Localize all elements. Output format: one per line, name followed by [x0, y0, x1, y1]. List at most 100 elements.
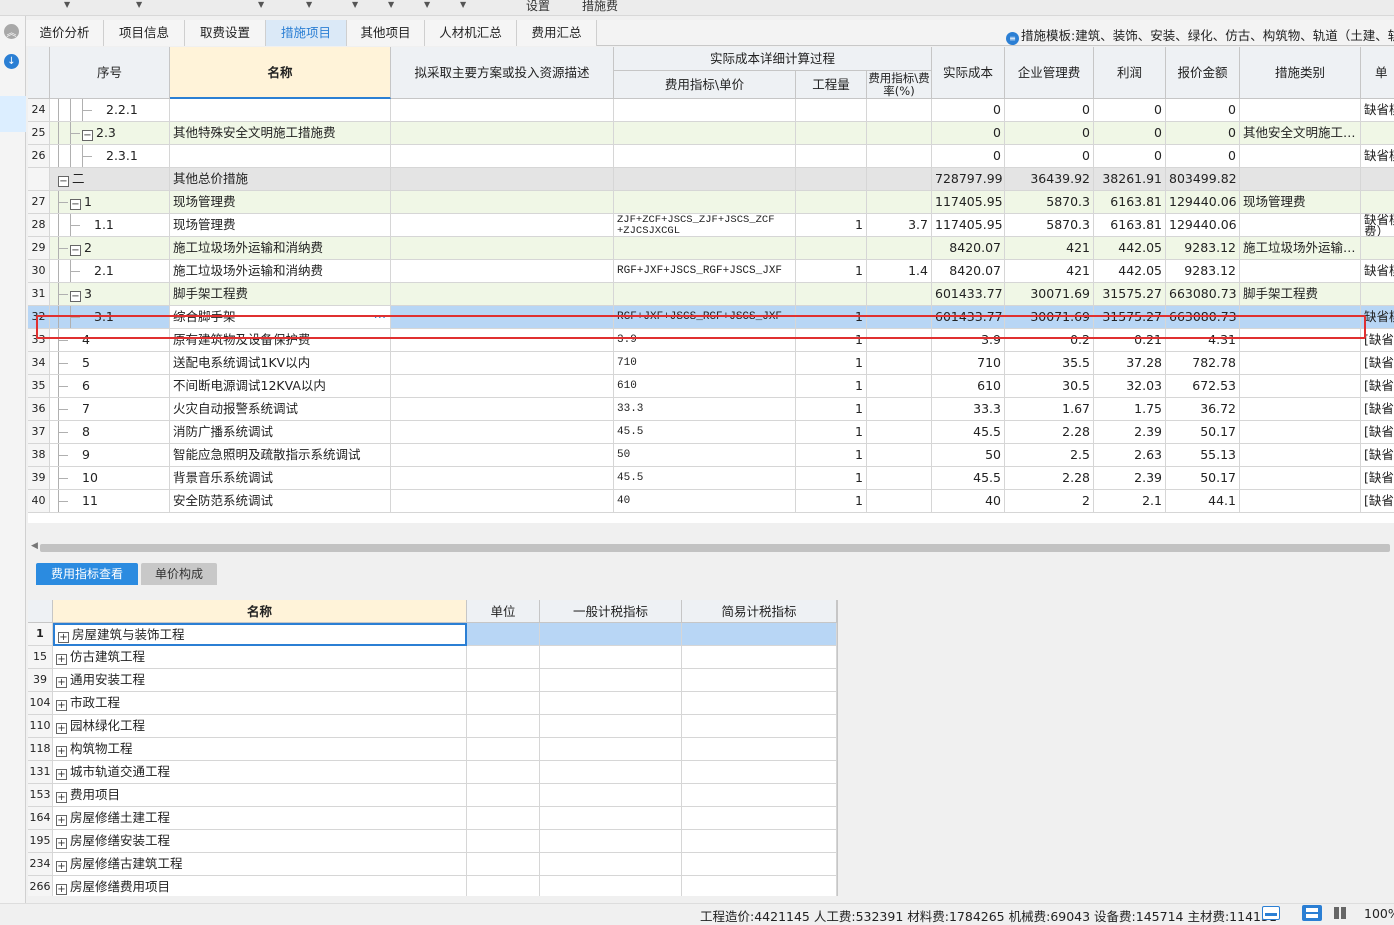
cell-seq[interactable]: − 二 [50, 168, 170, 191]
cell-mgmt[interactable]: 2.28 [1005, 421, 1094, 444]
cell-profit[interactable]: 1.75 [1094, 398, 1166, 421]
cell-cat[interactable] [1240, 444, 1361, 467]
cell-profit[interactable]: 442.05 [1094, 260, 1166, 283]
dropdown-caret-icon[interactable]: ▼ [388, 0, 394, 9]
collapse-icon[interactable]: − [70, 291, 81, 302]
list-item[interactable]: 266 + 房屋修缮费用项目 [28, 876, 837, 896]
expand-icon[interactable]: + [56, 861, 67, 872]
cell-formula[interactable]: RGF+JXF+JSCS_RGF+JSCS_JXF [614, 260, 796, 283]
cell-name[interactable]: 火灾自动报警系统调试 [170, 398, 391, 421]
download-icon[interactable]: ↓ [4, 54, 19, 69]
cell-cat[interactable]: 其他安全文明施工… [1240, 122, 1361, 145]
cell-name[interactable]: 现场管理费 [170, 214, 391, 237]
cell-quote[interactable]: 129440.06 [1166, 191, 1240, 214]
cell-simple[interactable] [682, 761, 837, 784]
cell-plan[interactable] [391, 490, 614, 513]
cell-unit[interactable] [467, 738, 540, 761]
cell-name[interactable]: + 城市轨道交通工程 [53, 761, 467, 784]
expand-icon[interactable]: + [58, 632, 69, 643]
cell-seq[interactable]: −2.3 [50, 122, 170, 145]
cell-cat[interactable] [1240, 421, 1361, 444]
tab-measure-items[interactable]: 措施项目 [266, 20, 347, 46]
cell-plan[interactable] [391, 398, 614, 421]
collapse-icon[interactable]: − [70, 245, 81, 256]
cell-name[interactable]: 脚手架工程费 [170, 283, 391, 306]
cell-plan[interactable] [391, 145, 614, 168]
cell-name[interactable]: 送配电系统调试1KV以内 [170, 352, 391, 375]
cell-plan[interactable] [391, 306, 614, 329]
cell-unit[interactable]: [缺省 [1361, 421, 1394, 444]
cell-rate[interactable] [867, 352, 932, 375]
cell-mgmt[interactable]: 1.67 [1005, 398, 1094, 421]
cell-name[interactable]: + 房屋修缮安装工程 [53, 830, 467, 853]
cell-quote[interactable]: 129440.06 [1166, 214, 1240, 237]
cell-simple[interactable] [682, 669, 837, 692]
cell-unit[interactable] [467, 830, 540, 853]
cell-profit[interactable]: 37.28 [1094, 352, 1166, 375]
column-header-index-price[interactable]: 费用指标\单价 [614, 71, 796, 99]
cell-profit[interactable]: 0 [1094, 122, 1166, 145]
cell-quote[interactable]: 44.1 [1166, 490, 1240, 513]
cell-formula[interactable] [614, 283, 796, 306]
cell-qty[interactable] [796, 191, 867, 214]
cell-cat[interactable] [1240, 145, 1361, 168]
cell-name[interactable]: + 仿古建筑工程 [53, 646, 467, 669]
cell-profit[interactable]: 2.1 [1094, 490, 1166, 513]
cell-seq[interactable]: 2.2.1 [50, 99, 170, 122]
table-row[interactable]: 28 1.1 现场管理费 ZJF+ZCF+JSCS_ZJF+JSCS_ZCF +ZJC… [28, 214, 1394, 237]
cell-profit[interactable]: 0 [1094, 145, 1166, 168]
expand-icon[interactable]: + [56, 654, 67, 665]
column-header-unit[interactable]: 单位 [467, 600, 540, 623]
table-row[interactable]: 35 6 不间断电源调试12KVA以内 610 1 610 30.5 32.03 672.53[… [28, 375, 1394, 398]
split-view-icon[interactable] [1302, 905, 1322, 921]
cell-mgmt[interactable]: 2.28 [1005, 467, 1094, 490]
cell-plan[interactable] [391, 283, 614, 306]
table-row[interactable]: 38 9 智能应急照明及疏散指示系统调试 50 1 50 2.5 2.63 55.13 [缺省 [28, 444, 1394, 467]
table-row[interactable]: 39 10 背景音乐系统调试 45.5 1 45.5 2.28 2.39 50.17 [缺省 [28, 467, 1394, 490]
column-header-seq[interactable]: 序号 [50, 47, 170, 99]
cell-name[interactable]: + 房屋修缮费用项目 [53, 876, 467, 896]
cell-cat[interactable] [1240, 329, 1361, 352]
cell-unit[interactable]: [缺省 [1361, 444, 1394, 467]
cell-actual[interactable]: 728797.99 [932, 168, 1005, 191]
cell-qty[interactable]: 1 [796, 352, 867, 375]
menu-settings[interactable]: 设置 [526, 0, 550, 14]
cell-general[interactable] [540, 853, 682, 876]
cell-name[interactable]: 综合脚手架 ⋯ [170, 306, 391, 329]
expand-icon[interactable]: + [56, 815, 67, 826]
cell-unit[interactable] [467, 853, 540, 876]
cell-formula[interactable]: 50 [614, 444, 796, 467]
cell-formula[interactable] [614, 168, 796, 191]
cell-actual[interactable]: 0 [932, 145, 1005, 168]
table-row[interactable]: − 二 其他总价措施 728797.99 36439.92 38261.91 803499.… [28, 168, 1394, 191]
column-header-category[interactable]: 措施类别 [1240, 47, 1361, 99]
cell-general[interactable] [540, 830, 682, 853]
table-row[interactable]: 33 4 原有建筑物及设备保护费 3.9 1 3.9 0.2 0.21 4.31 [缺省 [28, 329, 1394, 352]
dropdown-caret-icon[interactable]: ▼ [258, 0, 264, 9]
cell-mgmt[interactable]: 0 [1005, 99, 1094, 122]
cell-qty[interactable] [796, 237, 867, 260]
cell-seq[interactable]: −2 [50, 237, 170, 260]
cell-unit[interactable] [1361, 283, 1394, 306]
cell-rate[interactable] [867, 283, 932, 306]
cell-actual[interactable]: 0 [932, 99, 1005, 122]
expand-icon[interactable]: + [56, 769, 67, 780]
column-header-name[interactable]: 名称 [170, 47, 391, 99]
cell-name[interactable]: 其他特殊安全文明施工措施费 [170, 122, 391, 145]
cell-profit[interactable]: 31575.27 [1094, 283, 1166, 306]
tab-resource-summary[interactable]: 人材机汇总 [425, 20, 517, 46]
cell-seq[interactable]: 2.3.1 [50, 145, 170, 168]
cell-qty[interactable] [796, 99, 867, 122]
cell-name[interactable]: 施工垃圾场外运输和消纳费 [170, 260, 391, 283]
list-item[interactable]: 118 + 构筑物工程 [28, 738, 837, 761]
column-header-simple-tax[interactable]: 简易计税指标 [682, 600, 837, 623]
cell-actual[interactable]: 45.5 [932, 467, 1005, 490]
cell-cat[interactable] [1240, 352, 1361, 375]
scroll-left-icon[interactable]: ◀ [31, 541, 38, 551]
cell-simple[interactable] [682, 623, 837, 646]
cell-cat[interactable]: 施工垃圾场外运输… [1240, 237, 1361, 260]
cell-general[interactable] [540, 784, 682, 807]
cell-plan[interactable] [391, 467, 614, 490]
cell-quote[interactable]: 9283.12 [1166, 237, 1240, 260]
list-item[interactable]: 195 + 房屋修缮安装工程 [28, 830, 837, 853]
